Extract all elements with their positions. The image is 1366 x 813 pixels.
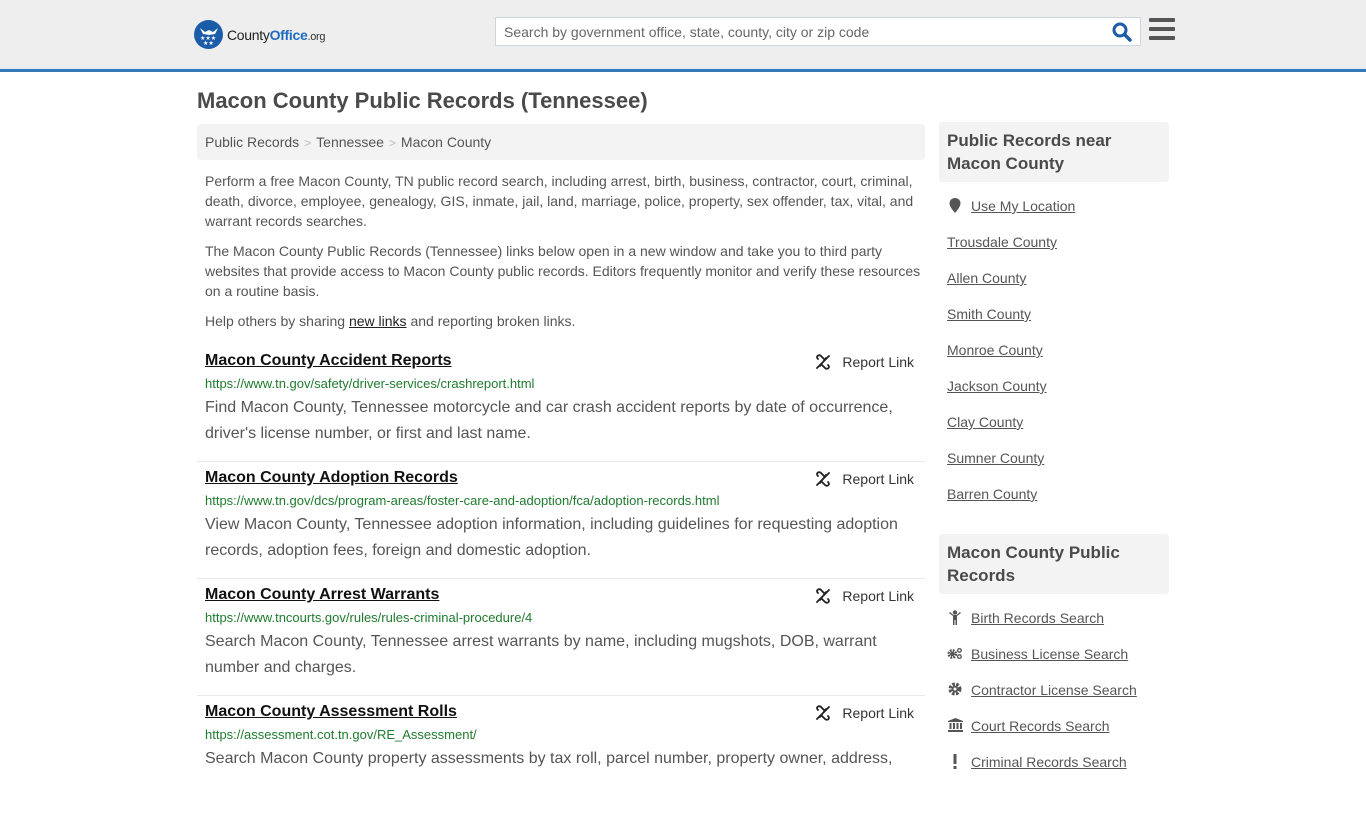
breadcrumb-separator: > <box>388 136 396 150</box>
county-records-heading: Macon County Public Records <box>939 534 1169 594</box>
report-link-button[interactable]: Report Link <box>815 705 914 721</box>
courthouse-icon <box>947 718 963 732</box>
record-description: Search Macon County property assessments… <box>205 750 893 767</box>
map-marker-icon <box>947 198 963 213</box>
county-record-item[interactable]: Contractor License Search <box>947 680 1161 716</box>
search-bar <box>495 17 1141 46</box>
breadcrumb-separator: > <box>304 136 312 150</box>
county-records-block: Macon County Public Records Birth Record… <box>939 534 1169 788</box>
intro-text: Perform a free Macon County, TN public r… <box>205 171 921 341</box>
nearby-records-heading: Public Records near Macon County <box>939 122 1169 182</box>
county-record-item[interactable]: Business License Search <box>947 644 1161 680</box>
record-item: Macon County Arrest Warrants Report Link… <box>197 579 925 696</box>
record-title-link[interactable]: Macon County Accident Reports <box>205 352 452 370</box>
county-record-link[interactable]: Birth Records Search <box>971 610 1104 626</box>
intro-paragraph-3: Help others by sharing new links and rep… <box>205 313 576 329</box>
record-item: Macon County Adoption Records Report Lin… <box>197 462 925 579</box>
nearby-county-link[interactable]: Smith County <box>947 306 1031 322</box>
use-my-location-item[interactable]: Use My Location <box>947 196 1161 232</box>
new-links-link[interactable]: new links <box>349 313 407 329</box>
nearby-county-link[interactable]: Jackson County <box>947 378 1047 394</box>
breadcrumb-public-records[interactable]: Public Records <box>205 134 299 150</box>
record-title-link[interactable]: Macon County Arrest Warrants <box>205 586 439 604</box>
county-record-item[interactable]: Criminal Records Search <box>947 752 1161 788</box>
nearby-county-link[interactable]: Sumner County <box>947 450 1044 466</box>
record-title-link[interactable]: Macon County Assessment Rolls <box>205 703 457 721</box>
nearby-county-item[interactable]: Smith County <box>947 304 1161 340</box>
county-record-link[interactable]: Business License Search <box>971 646 1128 662</box>
nearby-county-link[interactable]: Trousdale County <box>947 234 1057 250</box>
use-my-location-link[interactable]: Use My Location <box>971 198 1075 214</box>
record-url: https://assessment.cot.tn.gov/RE_Assessm… <box>205 727 477 742</box>
search-icon[interactable] <box>1112 22 1134 42</box>
record-url: https://www.tn.gov/safety/driver-service… <box>205 376 535 391</box>
nearby-county-link[interactable]: Barren County <box>947 486 1037 502</box>
broken-link-icon <box>816 354 831 370</box>
nearby-county-item[interactable]: Allen County <box>947 268 1161 304</box>
report-link-button[interactable]: Report Link <box>815 471 914 487</box>
report-link-button[interactable]: Report Link <box>815 354 914 370</box>
record-url: https://www.tn.gov/dcs/program-areas/fos… <box>205 493 720 508</box>
logo-text: CountyOffice.org <box>227 26 326 43</box>
report-link-button[interactable]: Report Link <box>815 588 914 604</box>
county-record-link[interactable]: Contractor License Search <box>971 682 1137 698</box>
intro-paragraph-2: The Macon County Public Records (Tenness… <box>205 243 921 299</box>
breadcrumb-macon-county: Macon County <box>400 134 492 150</box>
nearby-county-link[interactable]: Allen County <box>947 270 1026 286</box>
record-url: https://www.tncourts.gov/rules/rules-cri… <box>205 610 533 625</box>
page-title: Macon County Public Records (Tennessee) <box>197 88 648 113</box>
intro-paragraph-1: Perform a free Macon County, TN public r… <box>205 173 914 229</box>
sidebar: Public Records near Macon County Use My … <box>939 122 1169 788</box>
hamburger-menu-icon[interactable] <box>1149 18 1175 42</box>
search-input[interactable] <box>496 18 1096 45</box>
records-list: Macon County Accident Reports Report Lin… <box>197 345 925 813</box>
breadcrumb: Public Records > Tennessee > Macon County <box>197 124 925 160</box>
nearby-county-link[interactable]: Monroe County <box>947 342 1043 358</box>
broken-link-icon <box>816 588 831 604</box>
broken-link-icon <box>816 705 831 721</box>
gears-icon <box>947 646 963 661</box>
child-icon <box>947 610 963 625</box>
record-item: Macon County Accident Reports Report Lin… <box>197 345 925 462</box>
nearby-county-link[interactable]: Clay County <box>947 414 1023 430</box>
county-record-item[interactable]: Court Records Search <box>947 716 1161 752</box>
record-title-link[interactable]: Macon County Adoption Records <box>205 469 458 487</box>
exclamation-icon <box>947 754 963 769</box>
record-description: Find Macon County, Tennessee motorcycle … <box>205 399 893 442</box>
nearby-county-item[interactable]: Trousdale County <box>947 232 1161 268</box>
nearby-county-item[interactable]: Barren County <box>947 484 1161 520</box>
top-header: ★★★ ★★ CountyOffice.org <box>0 0 1366 72</box>
breadcrumb-tennessee[interactable]: Tennessee <box>316 134 384 150</box>
record-description: Search Macon County, Tennessee arrest wa… <box>205 633 877 676</box>
county-records-list: Birth Records Search Business License Se… <box>939 594 1169 788</box>
broken-link-icon <box>816 471 831 487</box>
nearby-county-item[interactable]: Clay County <box>947 412 1161 448</box>
record-description: View Macon County, Tennessee adoption in… <box>205 516 898 559</box>
nearby-county-item[interactable]: Monroe County <box>947 340 1161 376</box>
eagle-logo-icon: ★★★ ★★ <box>194 20 223 49</box>
svg-text:★★: ★★ <box>203 40 214 45</box>
gear-icon <box>947 682 963 696</box>
site-logo[interactable]: ★★★ ★★ CountyOffice.org <box>194 20 326 49</box>
county-record-item[interactable]: Birth Records Search <box>947 608 1161 644</box>
nearby-county-item[interactable]: Jackson County <box>947 376 1161 412</box>
nearby-counties-list: Use My Location Trousdale County Allen C… <box>939 182 1169 520</box>
nearby-county-item[interactable]: Sumner County <box>947 448 1161 484</box>
record-item: Macon County Assessment Rolls Report Lin… <box>197 696 925 813</box>
county-record-link[interactable]: Court Records Search <box>971 718 1110 734</box>
